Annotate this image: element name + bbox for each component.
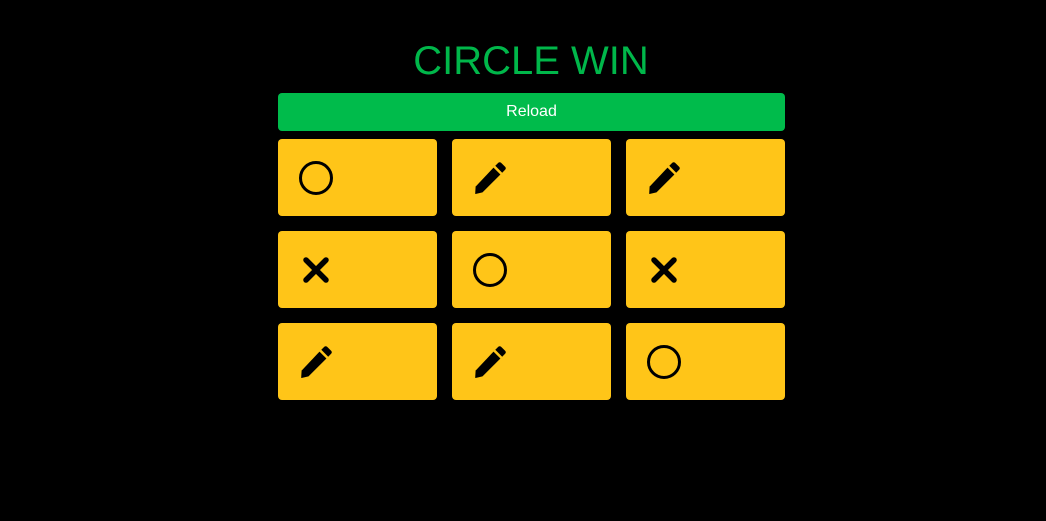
board-cell-3[interactable]	[626, 139, 785, 216]
board-cell-1[interactable]	[278, 139, 437, 216]
cross-icon	[646, 252, 682, 288]
board-cell-8[interactable]	[452, 323, 611, 400]
board-cell-6[interactable]	[626, 231, 785, 308]
board-cell-5[interactable]	[452, 231, 611, 308]
circle-icon	[472, 252, 508, 288]
pencil-icon	[472, 344, 508, 380]
board-cell-4[interactable]	[278, 231, 437, 308]
board-cell-7[interactable]	[278, 323, 437, 400]
pencil-icon	[646, 160, 682, 196]
pencil-icon	[298, 344, 334, 380]
cross-icon	[298, 252, 334, 288]
circle-icon	[298, 160, 334, 196]
pencil-icon	[472, 160, 508, 196]
board-cell-9[interactable]	[626, 323, 785, 400]
game-board	[278, 139, 785, 400]
reload-button[interactable]: Reload	[278, 93, 785, 131]
board-cell-2[interactable]	[452, 139, 611, 216]
game-status-title: CIRCLE WIN	[413, 39, 649, 83]
circle-icon	[646, 344, 682, 380]
